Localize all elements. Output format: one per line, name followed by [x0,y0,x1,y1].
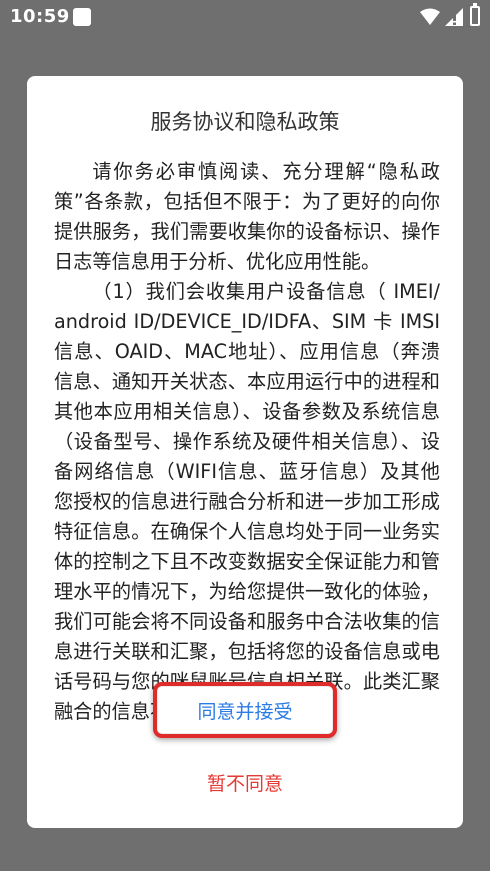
dialog-body-scroll[interactable]: 请你务必审慎阅读、充分理解“隐私政策”各条款，包括但不限于：为了更好的向你提供服… [54,157,440,735]
accept-button[interactable]: 同意并接受 [153,682,337,738]
battery-icon [470,3,480,26]
status-bar: 10:59 [0,0,490,34]
reject-button[interactable]: 暂不同意 [163,762,327,802]
wifi-icon [420,8,440,25]
privacy-dialog: 服务协议和隐私政策 请你务必审慎阅读、充分理解“隐私政策”各条款，包括但不限于：… [27,76,463,828]
dialog-paragraph-1: 请你务必审慎阅读、充分理解“隐私政策”各条款，包括但不限于：为了更好的向你提供服… [54,160,440,273]
dialog-title: 服务协议和隐私政策 [150,110,340,134]
dialog-paragraph-2: （1）我们会收集用户设备信息（ IMEI/ android ID/DEVICE_… [54,280,440,723]
notification-square-icon [73,8,91,26]
signal-icon [445,8,463,26]
status-time: 10:59 [10,6,70,27]
